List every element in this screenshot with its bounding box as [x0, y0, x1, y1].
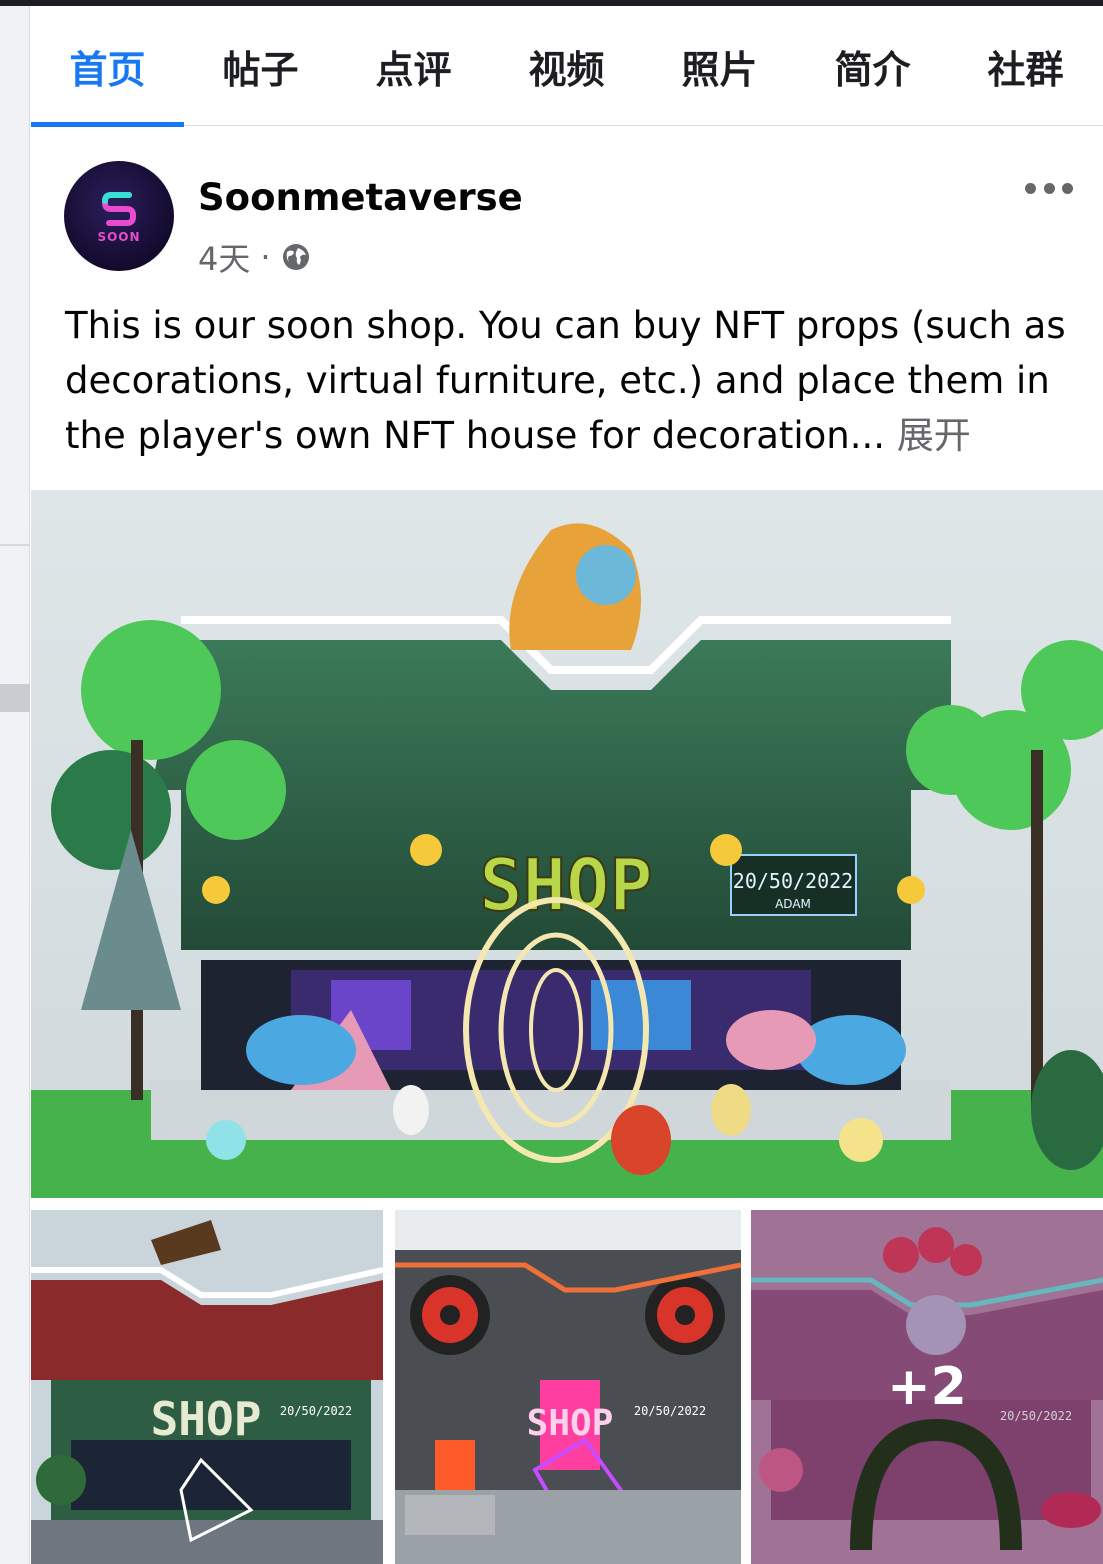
avatar[interactable]: SOON — [64, 161, 174, 271]
music-shop-image: SHOP 20/50/2022 — [395, 1210, 741, 1564]
left-rail — [0, 6, 30, 1564]
thumb-date: 20/50/2022 — [634, 1404, 706, 1418]
thumbnail-1[interactable]: SHOP 20/50/2022 — [31, 1210, 383, 1564]
page-tabs: 首页 帖子 点评 视频 照片 简介 社群 — [31, 6, 1103, 127]
thumb-date: 20/50/2022 — [280, 1404, 352, 1418]
tab-reviews[interactable]: 点评 — [337, 6, 490, 126]
meta-separator: · — [260, 238, 271, 276]
tab-photos[interactable]: 照片 — [643, 6, 796, 126]
main-photo[interactable]: 20/50/2022 ADAM SHOP — [31, 490, 1103, 1198]
thumb-sign: SHOP — [527, 1403, 614, 1444]
more-dot-icon — [1062, 182, 1073, 194]
christmas-shop-image: SHOP 20/50/2022 — [31, 1210, 383, 1564]
soon-logo-icon — [102, 191, 136, 226]
more-options-button[interactable] — [1025, 174, 1073, 202]
see-more-link[interactable]: 展开 — [897, 414, 971, 457]
thumb-sign: SHOP — [151, 1392, 262, 1446]
shop-sign: SHOP — [479, 843, 652, 927]
tab-about[interactable]: 简介 — [796, 6, 949, 126]
post-author[interactable]: Soonmetaverse — [198, 176, 523, 219]
post-time[interactable]: 4天 — [198, 234, 250, 280]
post-meta: 4天 · — [198, 234, 311, 280]
avatar-label: SOON — [97, 229, 141, 244]
tab-home[interactable]: 首页 — [31, 6, 184, 127]
page-content: 首页 帖子 点评 视频 照片 简介 社群 SOON Soonmetaverse … — [31, 6, 1103, 1564]
tab-videos[interactable]: 视频 — [490, 6, 643, 126]
tab-posts[interactable]: 帖子 — [184, 6, 337, 126]
thumbnail-3[interactable]: 20/50/2022 +2 — [751, 1210, 1103, 1564]
shop-render-image: 20/50/2022 ADAM SHOP — [31, 490, 1103, 1198]
screen-date: 20/50/2022 — [733, 869, 853, 893]
tab-community[interactable]: 社群 — [949, 6, 1102, 126]
post-header: SOON Soonmetaverse 4天 · — [31, 126, 1103, 286]
photo-thumbnails: SHOP 20/50/2022 SHOP 20/50/2022 20/50/20… — [31, 1210, 1103, 1564]
more-dot-icon — [1025, 182, 1036, 194]
rail-block — [0, 684, 30, 712]
post-text: This is our soon shop. You can buy NFT p… — [65, 298, 1075, 463]
thumbnail-2[interactable]: SHOP 20/50/2022 — [395, 1210, 741, 1564]
screen-name: ADAM — [775, 897, 811, 911]
more-photos-overlay[interactable]: +2 — [751, 1210, 1103, 1564]
globe-icon — [282, 244, 309, 270]
more-dot-icon — [1043, 182, 1055, 194]
rail-divider — [0, 544, 30, 546]
